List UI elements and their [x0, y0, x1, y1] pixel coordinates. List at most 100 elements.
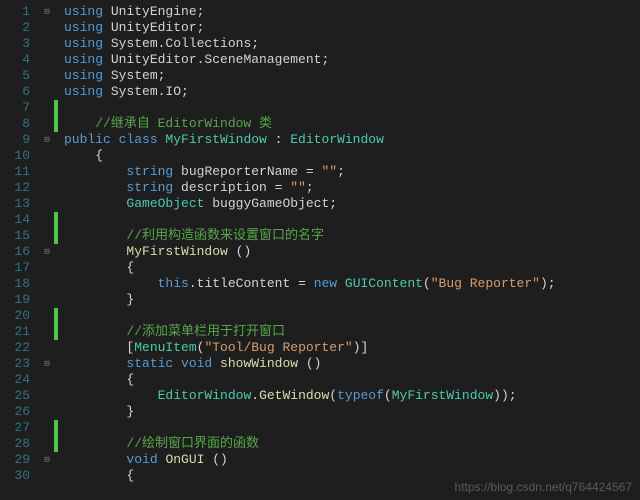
code-line[interactable]: //添加菜单栏用于打开窗口	[64, 324, 640, 340]
fold-toggle[interactable]: ⊟	[40, 4, 54, 20]
fold-toggle	[40, 388, 54, 404]
code-line[interactable]: }	[64, 292, 640, 308]
fold-toggle[interactable]: ⊟	[40, 356, 54, 372]
change-marker	[54, 36, 58, 52]
line-number: 1	[0, 4, 30, 20]
code-line[interactable]	[64, 308, 640, 324]
change-marker	[54, 292, 58, 308]
code-line[interactable]: }	[64, 404, 640, 420]
code-line[interactable]: using System.Collections;	[64, 36, 640, 52]
fold-toggle	[40, 372, 54, 388]
change-marker	[54, 452, 58, 468]
line-number: 21	[0, 324, 30, 340]
code-line[interactable]: using UnityEditor.SceneManagement;	[64, 52, 640, 68]
change-marker	[54, 100, 58, 116]
line-number-gutter: 1234567891011121314151617181920212223242…	[0, 0, 38, 500]
code-line[interactable]	[64, 100, 640, 116]
fold-toggle	[40, 116, 54, 132]
fold-toggle	[40, 340, 54, 356]
code-line[interactable]: using UnityEditor;	[64, 20, 640, 36]
change-marker	[54, 52, 58, 68]
line-number: 20	[0, 308, 30, 324]
change-marker	[54, 84, 58, 100]
fold-gutter: ⊟ ⊟ ⊟ ⊟ ⊟	[40, 0, 54, 500]
fold-toggle	[40, 212, 54, 228]
code-line[interactable]: GameObject buggyGameObject;	[64, 196, 640, 212]
line-number: 29	[0, 452, 30, 468]
change-marker	[54, 116, 58, 132]
line-number: 6	[0, 84, 30, 100]
change-marker	[54, 308, 58, 324]
code-line[interactable]: EditorWindow.GetWindow(typeof(MyFirstWin…	[64, 388, 640, 404]
code-area[interactable]: using UnityEngine;using UnityEditor;usin…	[38, 0, 640, 500]
line-number: 27	[0, 420, 30, 436]
code-line[interactable]	[64, 420, 640, 436]
change-marker	[54, 20, 58, 36]
line-number: 2	[0, 20, 30, 36]
code-line[interactable]: string description = "";	[64, 180, 640, 196]
fold-toggle	[40, 324, 54, 340]
code-line[interactable]: {	[64, 372, 640, 388]
code-line[interactable]: //继承自 EditorWindow 类	[64, 116, 640, 132]
fold-toggle	[40, 100, 54, 116]
code-line[interactable]: using System.IO;	[64, 84, 640, 100]
fold-toggle	[40, 436, 54, 452]
change-marker-gutter	[54, 0, 58, 500]
line-number: 8	[0, 116, 30, 132]
code-line[interactable]: //利用构造函数来设置窗口的名字	[64, 228, 640, 244]
change-marker	[54, 340, 58, 356]
line-number: 14	[0, 212, 30, 228]
fold-toggle	[40, 36, 54, 52]
change-marker	[54, 372, 58, 388]
change-marker	[54, 180, 58, 196]
line-number: 11	[0, 164, 30, 180]
line-number: 3	[0, 36, 30, 52]
fold-toggle	[40, 84, 54, 100]
fold-toggle[interactable]: ⊟	[40, 244, 54, 260]
fold-toggle	[40, 196, 54, 212]
fold-toggle	[40, 308, 54, 324]
code-line[interactable]: void OnGUI ()	[64, 452, 640, 468]
code-line[interactable]: {	[64, 260, 640, 276]
fold-toggle[interactable]: ⊟	[40, 132, 54, 148]
line-number: 10	[0, 148, 30, 164]
fold-toggle	[40, 180, 54, 196]
code-line[interactable]: {	[64, 148, 640, 164]
code-line[interactable]	[64, 212, 640, 228]
code-line[interactable]: using System;	[64, 68, 640, 84]
code-line[interactable]: string bugReporterName = "";	[64, 164, 640, 180]
change-marker	[54, 164, 58, 180]
line-number: 24	[0, 372, 30, 388]
fold-toggle	[40, 68, 54, 84]
change-marker	[54, 148, 58, 164]
change-marker	[54, 132, 58, 148]
fold-toggle	[40, 52, 54, 68]
change-marker	[54, 388, 58, 404]
change-marker	[54, 324, 58, 340]
code-line[interactable]: MyFirstWindow ()	[64, 244, 640, 260]
code-line[interactable]: //绘制窗口界面的函数	[64, 436, 640, 452]
line-number: 22	[0, 340, 30, 356]
code-line[interactable]: this.titleContent = new GUIContent("Bug …	[64, 276, 640, 292]
fold-toggle	[40, 292, 54, 308]
code-line[interactable]: static void showWindow ()	[64, 356, 640, 372]
fold-toggle	[40, 420, 54, 436]
line-number: 23	[0, 356, 30, 372]
change-marker	[54, 244, 58, 260]
fold-toggle	[40, 404, 54, 420]
change-marker	[54, 356, 58, 372]
line-number: 26	[0, 404, 30, 420]
code-editor: 1234567891011121314151617181920212223242…	[0, 0, 640, 500]
change-marker	[54, 196, 58, 212]
code-line[interactable]: public class MyFirstWindow : EditorWindo…	[64, 132, 640, 148]
line-number: 12	[0, 180, 30, 196]
fold-toggle	[40, 276, 54, 292]
change-marker	[54, 468, 58, 484]
fold-toggle	[40, 148, 54, 164]
change-marker	[54, 276, 58, 292]
fold-toggle	[40, 228, 54, 244]
fold-toggle[interactable]: ⊟	[40, 452, 54, 468]
line-number: 25	[0, 388, 30, 404]
code-line[interactable]: using UnityEngine;	[64, 4, 640, 20]
code-line[interactable]: [MenuItem("Tool/Bug Reporter")]	[64, 340, 640, 356]
